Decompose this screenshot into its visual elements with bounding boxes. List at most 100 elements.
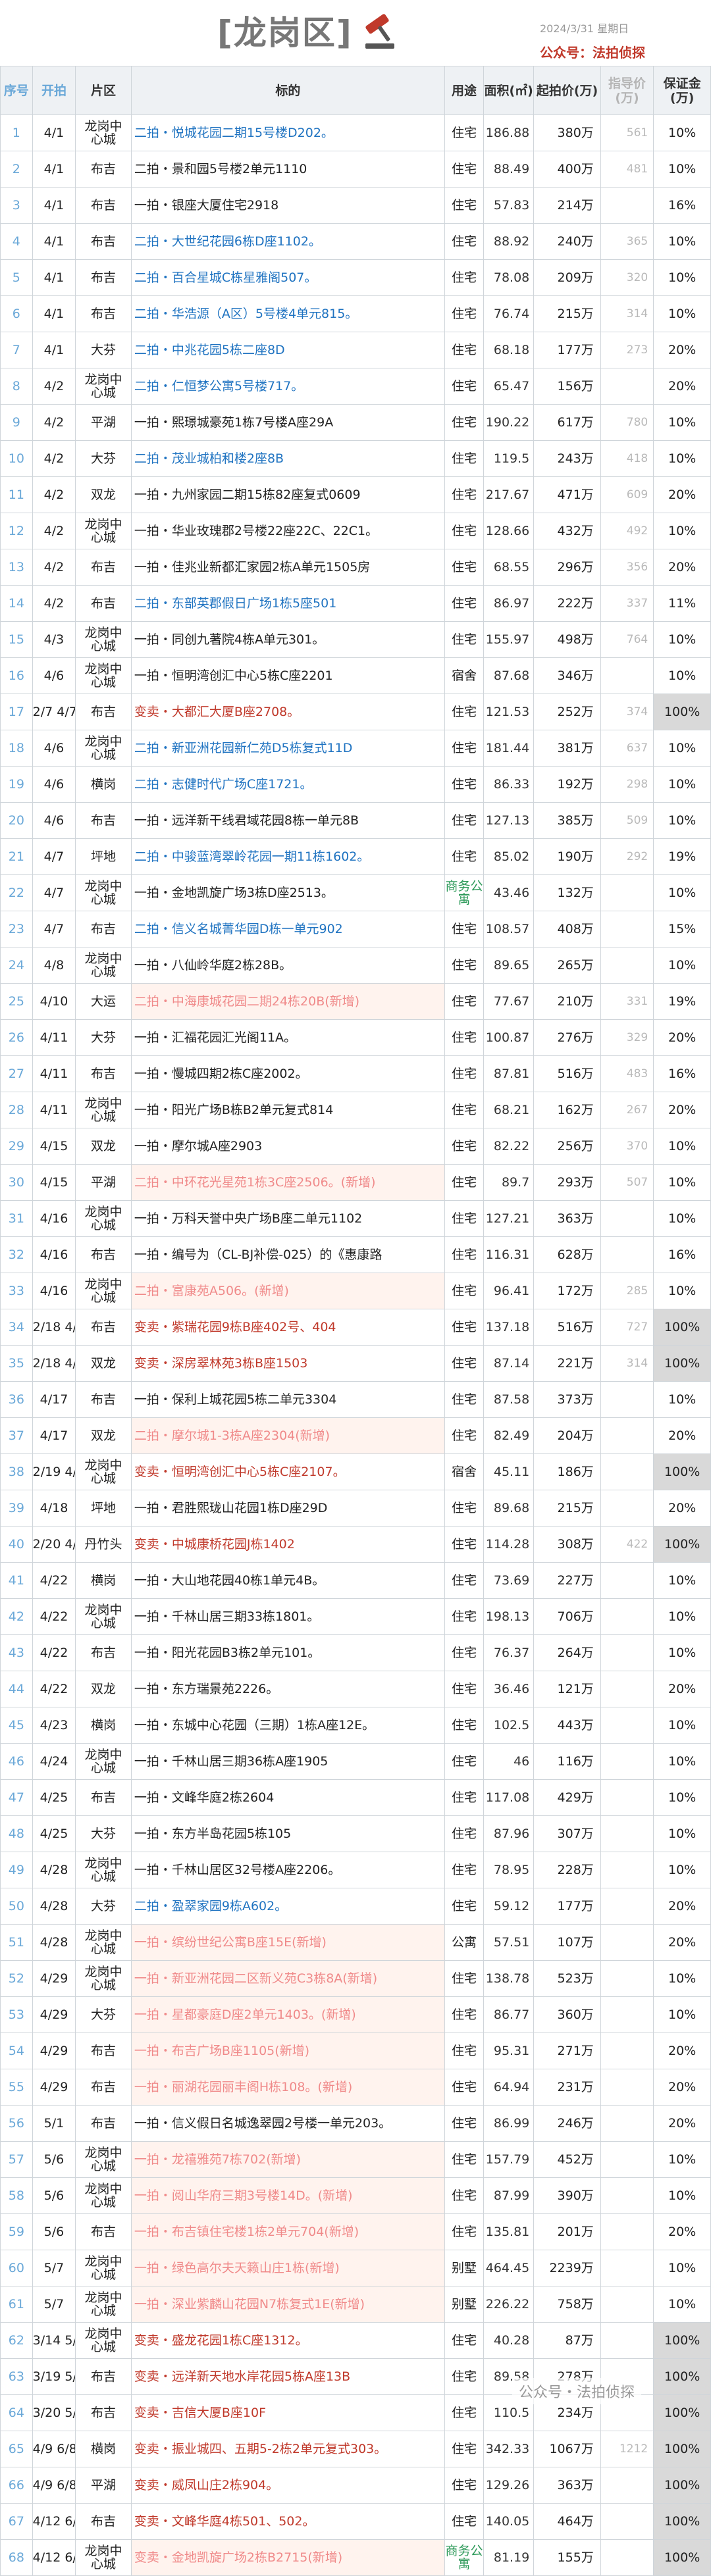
row-target-link[interactable]: 二拍・中兆花园5栋二座8D	[130, 332, 445, 368]
row-target-link[interactable]: 二拍・志健时代广场C座1721。	[130, 766, 445, 803]
row-target-link[interactable]: 一拍・星都豪庭D座2单元1403。(新增)	[130, 1996, 445, 2033]
row-target-link[interactable]: 变卖・吉信大厦B座10F	[130, 2394, 445, 2431]
row-target-link[interactable]: 一拍・万科天誉中央广场B座二单元1102	[130, 1200, 445, 1237]
row-target-link[interactable]: 一拍・深业紫麟山花园N7栋复式1E(新增)	[130, 2286, 445, 2323]
row-use: 住宅	[444, 1236, 485, 1273]
row-target-link[interactable]: 一拍・千林山居三期33栋1801。	[130, 1598, 445, 1635]
row-target-link[interactable]: 变卖・振业城四、五期5-2栋2单元复式303。	[130, 2431, 445, 2467]
row-target-link[interactable]: 一拍・大山地花园40栋1单元4B。	[130, 1562, 445, 1599]
row-target-link[interactable]: 变卖・文峰华庭4栋501、502。	[130, 2503, 445, 2540]
row-use: 住宅	[444, 1055, 485, 1092]
row-target-link[interactable]: 一拍・阳光花园B3栋2单元101。	[130, 1634, 445, 1671]
row-target-link[interactable]: 一拍・布吉广场B座1105(新增)	[130, 2033, 445, 2069]
row-use: 住宅	[444, 476, 485, 513]
row-target-link[interactable]: 一拍・慢城四期2栋C座2002。	[130, 1055, 445, 1092]
row-target-link[interactable]: 一拍・阅山华府三期3号楼14D。(新增)	[130, 2177, 445, 2214]
row-target-link[interactable]: 一拍・金地凯旋广场3栋D座2513。	[130, 874, 445, 911]
page-title: [龙岗区]	[217, 14, 353, 52]
row-target-link[interactable]: 二拍・景和园5号楼2单元1110	[130, 151, 445, 188]
row-target-link[interactable]: 一拍・君胜熙珑山花园1栋D座29D	[130, 1490, 445, 1527]
row-target-link[interactable]: 二拍・中环花光星苑1栋3C座2506。(新增)	[130, 1164, 445, 1201]
row-target-link[interactable]: 一拍・千林山居三期36栋A座1905	[130, 1743, 445, 1780]
table-row: 19 4/6 横岗 二拍・志健时代广场C座1721。 住宅 86.33 192万 298 10%	[0, 766, 711, 803]
row-target-link[interactable]: 二拍・新亚洲花园新仁苑D5栋复式11D	[130, 730, 445, 767]
row-seq: 14	[0, 585, 33, 622]
row-target-link[interactable]: 一拍・编号为（CL-BJ补偿-025）的《惠康路	[130, 1236, 445, 1273]
row-target-link[interactable]: 变卖・深房翠林苑3栋B座1503	[130, 1345, 445, 1382]
row-target-link[interactable]: 一拍・布吉镇住宅楼1栋2单元704(新增)	[130, 2213, 445, 2250]
row-use: 住宅	[444, 2177, 485, 2214]
row-target-link[interactable]: 一拍・九州家园二期15栋82座复式0609	[130, 476, 445, 513]
row-target-link[interactable]: 一拍・阳光广场B栋B2单元复式814	[130, 1092, 445, 1128]
row-target-link[interactable]: 一拍・千林山居区32号楼A座2206。	[130, 1852, 445, 1888]
row-target-link[interactable]: 变卖・大都汇大厦B座2708。	[130, 694, 445, 730]
row-target-link[interactable]: 一拍・恒明湾创汇中心5栋C座2201	[130, 657, 445, 694]
row-deposit: 16%	[653, 1236, 711, 1273]
row-target-link[interactable]: 二拍・富康苑A506。(新增)	[130, 1273, 445, 1309]
row-use: 住宅	[444, 2105, 485, 2142]
row-deposit: 20%	[653, 2213, 711, 2250]
row-target-link[interactable]: 二拍・华浩源（A区）5号楼4单元815。	[130, 295, 445, 332]
table-row: 36 4/17 布吉 一拍・保利上城花园5栋二单元3304 住宅 87.58 373万 10%	[0, 1381, 711, 1418]
table-row: 17 2/7 4/7 布吉 变卖・大都汇大厦B座2708。 住宅 121.53 252万 37…	[0, 694, 711, 730]
row-target-link[interactable]: 一拍・摩尔城A座2903	[130, 1128, 445, 1165]
row-start: 4/2	[32, 549, 76, 586]
row-target-link[interactable]: 一拍・佳兆业新都汇家园2栋A单元1505房	[130, 549, 445, 586]
row-deposit: 10%	[653, 657, 711, 694]
row-target-link[interactable]: 一拍・龙禧雅苑7栋702(新增)	[130, 2141, 445, 2178]
row-target-link[interactable]: 二拍・大世纪花园6栋D座1102。	[130, 223, 445, 260]
row-target-link[interactable]: 一拍・同创九著院4栋A单元301。	[130, 621, 445, 658]
row-price: 498万	[533, 621, 601, 658]
row-target-link[interactable]: 一拍・绿色高尔夫天籁山庄1栋(新增)	[130, 2250, 445, 2286]
row-target-link[interactable]: 一拍・银座大厦住宅2918	[130, 187, 445, 224]
row-start: 3/20 5/19	[32, 2394, 76, 2431]
row-target-link[interactable]: 二拍・仁恒梦公寓5号楼717。	[130, 368, 445, 405]
table-row: 47 4/25 布吉 一拍・文峰华庭2栋2604 住宅 117.08 429万 10%	[0, 1779, 711, 1816]
row-target-link[interactable]: 二拍・茂业城柏和楼2座8B	[130, 440, 445, 477]
row-target-link[interactable]: 变卖・盛龙花园1栋C座1312。	[130, 2322, 445, 2359]
row-target-link[interactable]: 一拍・东城中心花园（三期）1栋A座12E。	[130, 1707, 445, 1744]
row-target-link[interactable]: 变卖・紫瑞花园9栋B座402号、404	[130, 1309, 445, 1346]
row-target-link[interactable]: 一拍・保利上城花园5栋二单元3304	[130, 1381, 445, 1418]
row-deposit: 10%	[653, 730, 711, 767]
row-target-link[interactable]: 一拍・远洋新干线君域花园8栋一单元8B	[130, 802, 445, 839]
row-start: 4/6	[32, 657, 76, 694]
row-target-link[interactable]: 二拍・中海康城花园二期24栋20B(新增)	[130, 983, 445, 1020]
row-target-link[interactable]: 二拍・信义名城菁华园D栋一单元902	[130, 911, 445, 947]
row-target-link[interactable]: 变卖・金地凯旋广场2栋B2715(新增)	[130, 2539, 445, 2576]
table-row: 57 5/6 龙岗中心城 一拍・龙禧雅苑7栋702(新增) 住宅 157.79 452万 10…	[0, 2141, 711, 2178]
row-target-link[interactable]: 一拍・信义假日名城逸翠园2号楼一单元203。	[130, 2105, 445, 2142]
row-deposit: 100%	[653, 2394, 711, 2431]
row-target-link[interactable]: 一拍・熙璟城豪苑1栋7号楼A座29A	[130, 404, 445, 441]
row-zone: 布吉	[75, 223, 132, 260]
row-target-link[interactable]: 一拍・丽湖花园丽丰阁H栋108。(新增)	[130, 2069, 445, 2106]
row-deposit: 16%	[653, 1055, 711, 1092]
row-target-link[interactable]: 二拍・摩尔城1-3栋A座2304(新增)	[130, 1417, 445, 1454]
table-row: 48 4/25 大芬 一拍・东方半岛花园5栋105 住宅 87.96 307万 10%	[0, 1815, 711, 1852]
row-target-link[interactable]: 变卖・中城康桥花园J栋1402	[130, 1526, 445, 1563]
row-use: 住宅	[444, 766, 485, 803]
row-target-link[interactable]: 二拍・中骏蓝湾翠岭花园一期11栋1602。	[130, 838, 445, 875]
row-target-link[interactable]: 二拍・百合星城C栋星雅阁507。	[130, 259, 445, 296]
row-guide-price	[600, 187, 654, 224]
row-target-link[interactable]: 一拍・汇福花园汇光阁11A。	[130, 1019, 445, 1056]
row-price: 222万	[533, 585, 601, 622]
row-target-link[interactable]: 变卖・远洋新天地水岸花园5栋A座13B	[130, 2358, 445, 2395]
row-target-link[interactable]: 一拍・文峰华庭2栋2604	[130, 1779, 445, 1816]
row-target-link[interactable]: 一拍・新亚洲花园二区新义苑C3栋8A(新增)	[130, 1960, 445, 1997]
row-start: 4/22	[32, 1562, 76, 1599]
row-target-link[interactable]: 二拍・东部英郡假日广场1栋5座501	[130, 585, 445, 622]
row-target-link[interactable]: 一拍・东方半岛花园5栋105	[130, 1815, 445, 1852]
row-target-link[interactable]: 二拍・盈翠家园9栋A602。	[130, 1888, 445, 1925]
row-start: 4/25	[32, 1815, 76, 1852]
row-target-link[interactable]: 一拍・东方瑞景苑2226。	[130, 1671, 445, 1707]
row-target-link[interactable]: 变卖・恒明湾创汇中心5栋C座2107。	[130, 1453, 445, 1490]
row-target-link[interactable]: 一拍・八仙岭华庭2栋28B。	[130, 947, 445, 984]
row-target-link[interactable]: 二拍・悦城花园二期15号楼D202。	[130, 114, 445, 151]
row-target-link[interactable]: 变卖・威凤山庄2栋904。	[130, 2467, 445, 2504]
row-target-link[interactable]: 一拍・缤纷世纪公寓B座15E(新增)	[130, 1924, 445, 1961]
row-seq: 65	[0, 2431, 33, 2467]
row-target-link[interactable]: 一拍・华业玫瑰郡2号楼22座22C、22C1。	[130, 513, 445, 549]
row-area: 86.97	[483, 585, 535, 622]
table-row: 32 4/16 布吉 一拍・编号为（CL-BJ补偿-025）的《惠康路 住宅 116.31…	[0, 1236, 711, 1273]
